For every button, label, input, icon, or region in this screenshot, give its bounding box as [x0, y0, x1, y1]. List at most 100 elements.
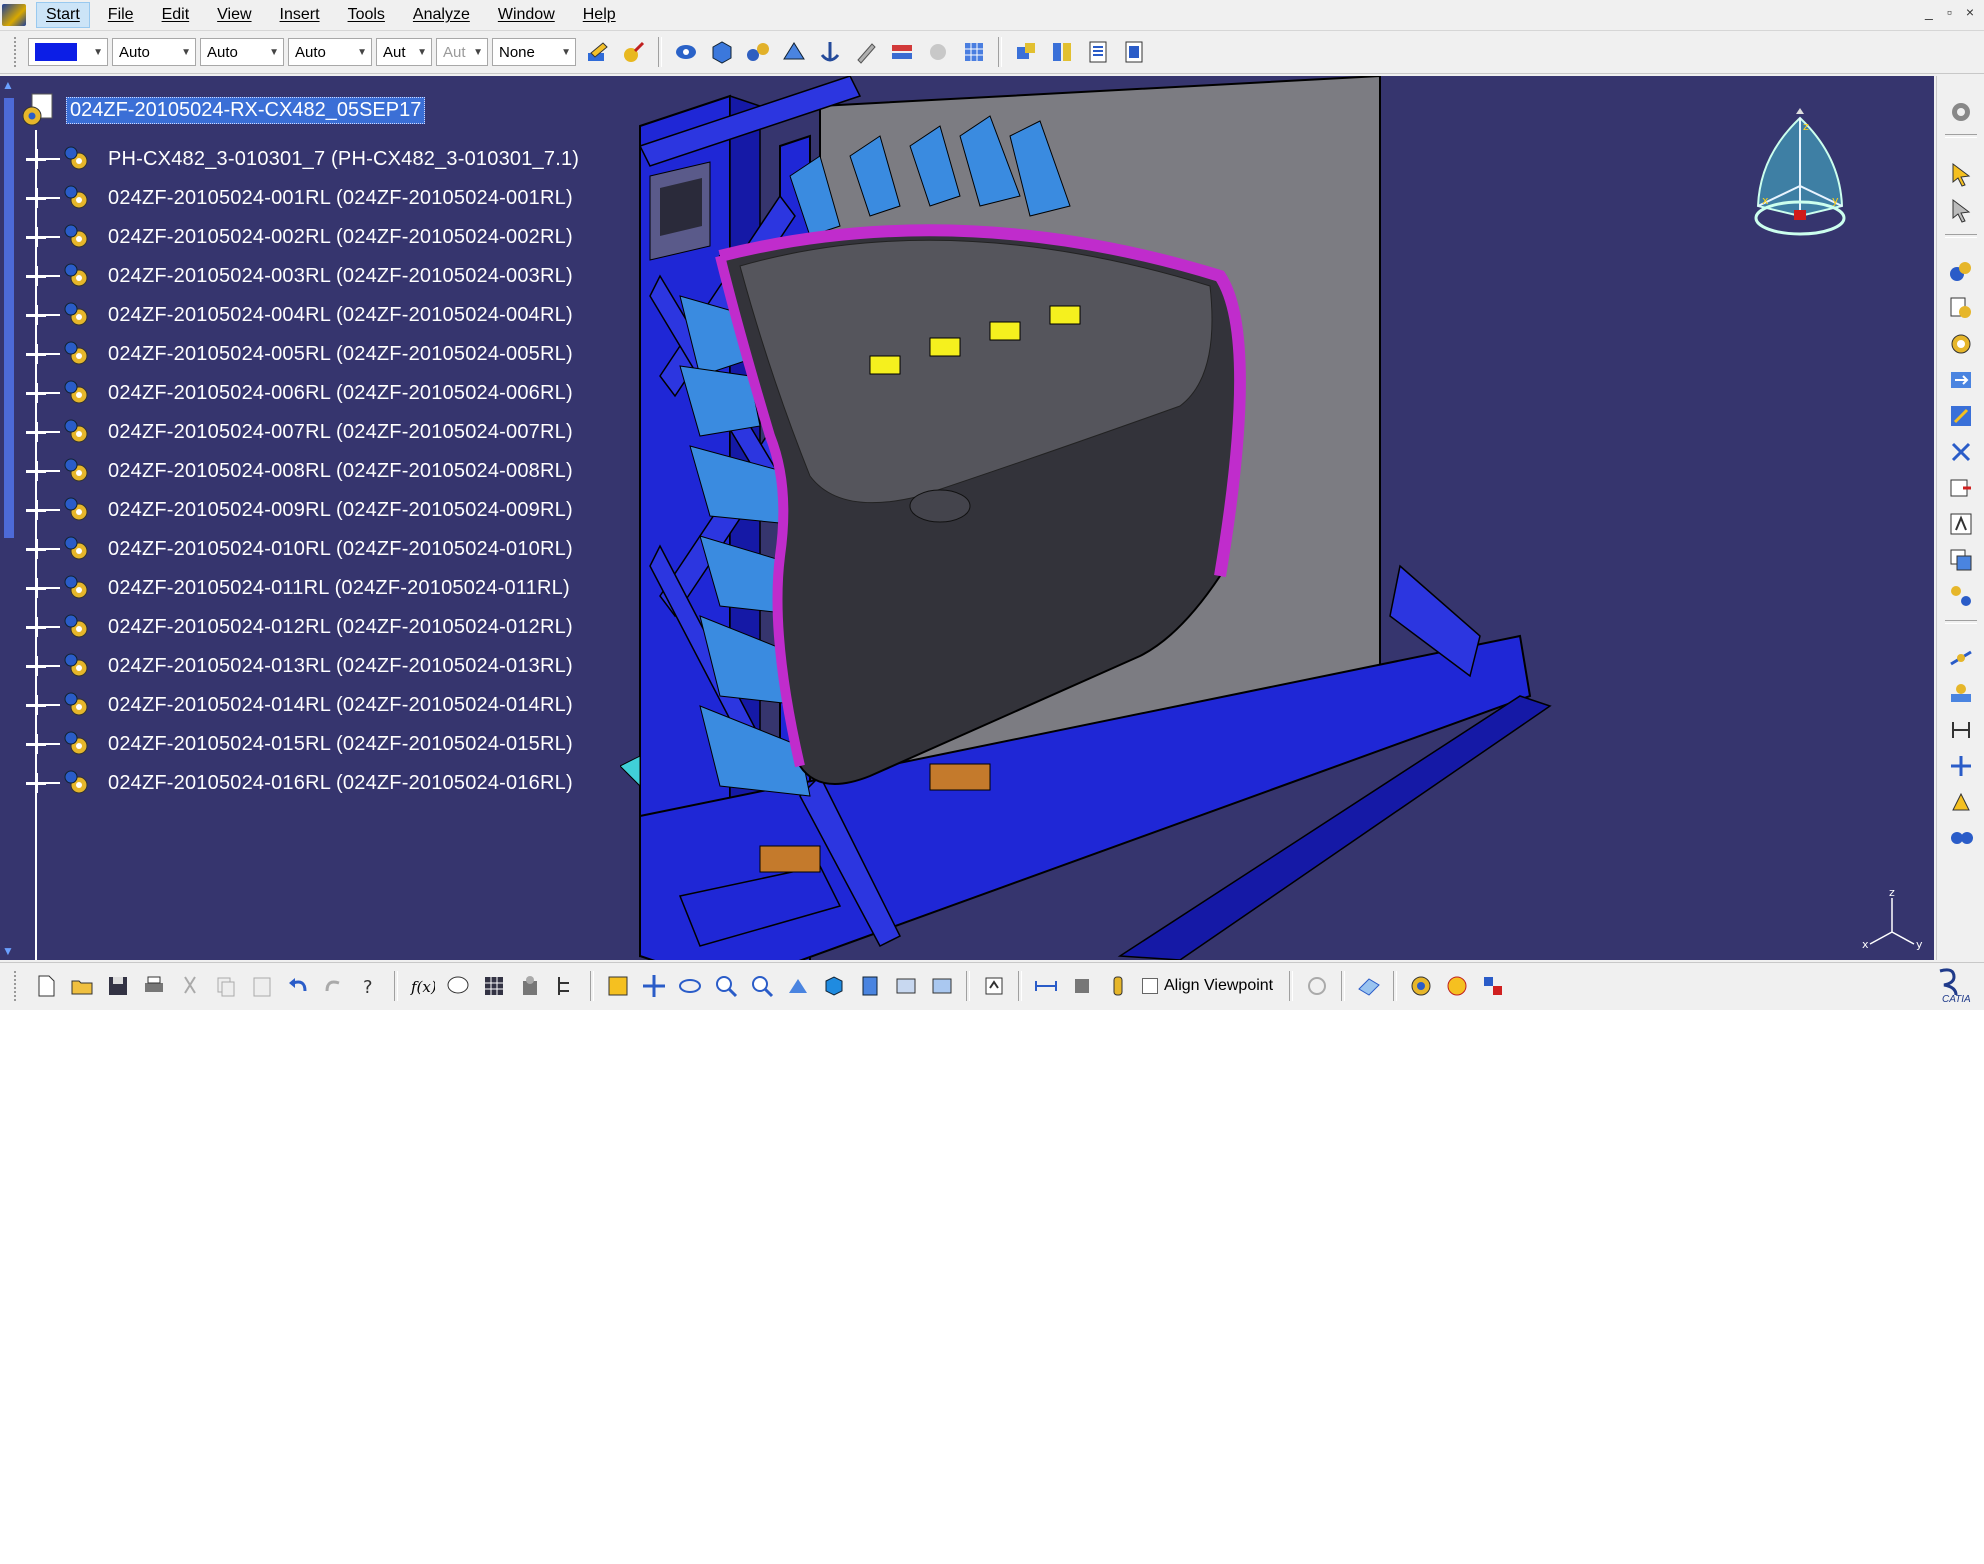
multi-instantiation-icon[interactable] — [1947, 582, 1975, 610]
rotate-icon[interactable] — [675, 971, 705, 1001]
expand-icon[interactable] — [26, 773, 46, 793]
minimize-button[interactable]: _ — [1925, 4, 1933, 20]
coincidence-constraint-icon[interactable] — [1947, 644, 1975, 672]
expand-icon[interactable] — [26, 188, 46, 208]
web-icon[interactable] — [1442, 971, 1472, 1001]
contact-constraint-icon[interactable] — [1947, 680, 1975, 708]
menu-start[interactable]: Start — [36, 2, 90, 28]
tree-item[interactable]: 024ZF-20105024-006RL (024ZF-20105024-006… — [20, 373, 640, 413]
linetype-combo[interactable]: Auto ▼ — [288, 38, 372, 66]
normal-view-icon[interactable] — [783, 971, 813, 1001]
sketch-plane-icon[interactable] — [1354, 971, 1384, 1001]
expand-icon[interactable] — [26, 227, 46, 247]
expand-icon[interactable] — [26, 539, 46, 559]
open-folder-icon[interactable] — [67, 971, 97, 1001]
menu-insert[interactable]: Insert — [270, 2, 330, 28]
sections-icon[interactable] — [1119, 37, 1149, 67]
clash-icon[interactable] — [1047, 37, 1077, 67]
law-icon[interactable] — [515, 971, 545, 1001]
flexible-icon[interactable] — [887, 37, 917, 67]
tree-root[interactable]: 024ZF-20105024-RX-CX482_05SEP17 — [20, 90, 426, 130]
new-part-icon[interactable] — [1947, 330, 1975, 358]
align-viewpoint-checkbox[interactable] — [1142, 978, 1158, 994]
expand-icon[interactable] — [26, 656, 46, 676]
properties-brush-icon[interactable] — [619, 37, 649, 67]
zoom-in-icon[interactable] — [711, 971, 741, 1001]
selective-load-icon[interactable] — [1947, 510, 1975, 538]
3d-viewport[interactable]: ▲ ▼ 024ZF-20105024-RX-CX482_05SEP17 PH-C… — [0, 76, 1934, 960]
update-icon[interactable] — [979, 971, 1009, 1001]
whats-this-icon[interactable]: ? — [355, 971, 385, 1001]
tree-item[interactable]: 024ZF-20105024-009RL (024ZF-20105024-009… — [20, 490, 640, 530]
expand-icon[interactable] — [26, 422, 46, 442]
close-button[interactable]: × — [1966, 4, 1974, 20]
select-arrow-icon[interactable] — [1947, 160, 1975, 188]
offset-constraint-icon[interactable] — [1947, 716, 1975, 744]
gear-settings-icon[interactable] — [1947, 98, 1975, 126]
zoom-out-icon[interactable] — [747, 971, 777, 1001]
tree-scrollbar[interactable]: ▲ ▼ — [0, 76, 18, 960]
knowledge-icon[interactable] — [443, 971, 473, 1001]
scroll-down-icon[interactable]: ▼ — [2, 944, 14, 958]
fixture-3d-model[interactable] — [620, 76, 1740, 960]
quick-constraint-icon[interactable] — [1947, 824, 1975, 852]
explode-icon[interactable] — [1011, 37, 1041, 67]
tree-root-label[interactable]: 024ZF-20105024-RX-CX482_05SEP17 — [66, 96, 426, 124]
tree-item[interactable]: 024ZF-20105024-013RL (024ZF-20105024-013… — [20, 646, 640, 686]
tree-item[interactable]: 024ZF-20105024-001RL (024ZF-20105024-001… — [20, 178, 640, 218]
toolbar-grip[interactable] — [14, 37, 20, 67]
swap-visible-space-icon[interactable] — [927, 971, 957, 1001]
menu-tools[interactable]: Tools — [338, 2, 395, 28]
manage-representations-icon[interactable] — [1947, 546, 1975, 574]
pencil-icon[interactable] — [851, 37, 881, 67]
transparency-combo[interactable]: Auto ▼ — [112, 38, 196, 66]
expand-icon[interactable] — [26, 383, 46, 403]
constraint-icon[interactable] — [671, 37, 701, 67]
menu-help[interactable]: Help — [573, 2, 626, 28]
grid-icon[interactable] — [959, 37, 989, 67]
expand-icon[interactable] — [26, 266, 46, 286]
expand-icon[interactable] — [26, 695, 46, 715]
print-icon[interactable] — [139, 971, 169, 1001]
components-icon[interactable] — [1478, 971, 1508, 1001]
tree-item[interactable]: 024ZF-20105024-014RL (024ZF-20105024-014… — [20, 685, 640, 725]
hide-show-icon[interactable] — [891, 971, 921, 1001]
tree-item[interactable]: 024ZF-20105024-008RL (024ZF-20105024-008… — [20, 451, 640, 491]
scroll-thumb[interactable] — [4, 98, 14, 538]
expand-icon[interactable] — [26, 734, 46, 754]
expand-icon[interactable] — [26, 617, 46, 637]
expand-icon[interactable] — [26, 344, 46, 364]
menu-window[interactable]: Window — [488, 2, 565, 28]
new-product-icon[interactable] — [1947, 294, 1975, 322]
expand-icon[interactable] — [26, 500, 46, 520]
expand-icon[interactable] — [26, 461, 46, 481]
compass-widget[interactable]: x y z — [1750, 106, 1850, 246]
measure-inertia-icon[interactable] — [1103, 971, 1133, 1001]
generate-numbering-icon[interactable] — [1947, 474, 1975, 502]
layer-combo[interactable]: None ▼ — [492, 38, 576, 66]
tree-item[interactable]: 024ZF-20105024-003RL (024ZF-20105024-003… — [20, 256, 640, 296]
fix-together-icon[interactable] — [1947, 788, 1975, 816]
pan-icon[interactable] — [639, 971, 669, 1001]
tree-item[interactable]: 024ZF-20105024-016RL (024ZF-20105024-016… — [20, 763, 640, 803]
restore-button[interactable]: ▫ — [1947, 4, 1952, 20]
tree-item[interactable]: 024ZF-20105024-015RL (024ZF-20105024-015… — [20, 724, 640, 764]
toolbar-grip[interactable] — [14, 971, 20, 1001]
manipulation-icon[interactable] — [779, 37, 809, 67]
select-mode-icon[interactable] — [1947, 196, 1975, 224]
tree-item[interactable]: 024ZF-20105024-007RL (024ZF-20105024-007… — [20, 412, 640, 452]
bill-of-material-icon[interactable] — [1083, 37, 1113, 67]
menu-analyze[interactable]: Analyze — [403, 2, 480, 28]
menu-edit[interactable]: Edit — [152, 2, 200, 28]
fit-all-in-icon[interactable] — [603, 971, 633, 1001]
line-thickness-combo[interactable]: Auto ▼ — [200, 38, 284, 66]
product-icon[interactable] — [743, 37, 773, 67]
replace-component-icon[interactable] — [1947, 402, 1975, 430]
expand-icon[interactable] — [26, 578, 46, 598]
painter-icon[interactable] — [583, 37, 613, 67]
anchor-icon[interactable] — [815, 37, 845, 67]
existing-component-icon[interactable] — [707, 37, 737, 67]
isometric-view-icon[interactable] — [819, 971, 849, 1001]
save-icon[interactable] — [103, 971, 133, 1001]
new-component-icon[interactable] — [1947, 258, 1975, 286]
